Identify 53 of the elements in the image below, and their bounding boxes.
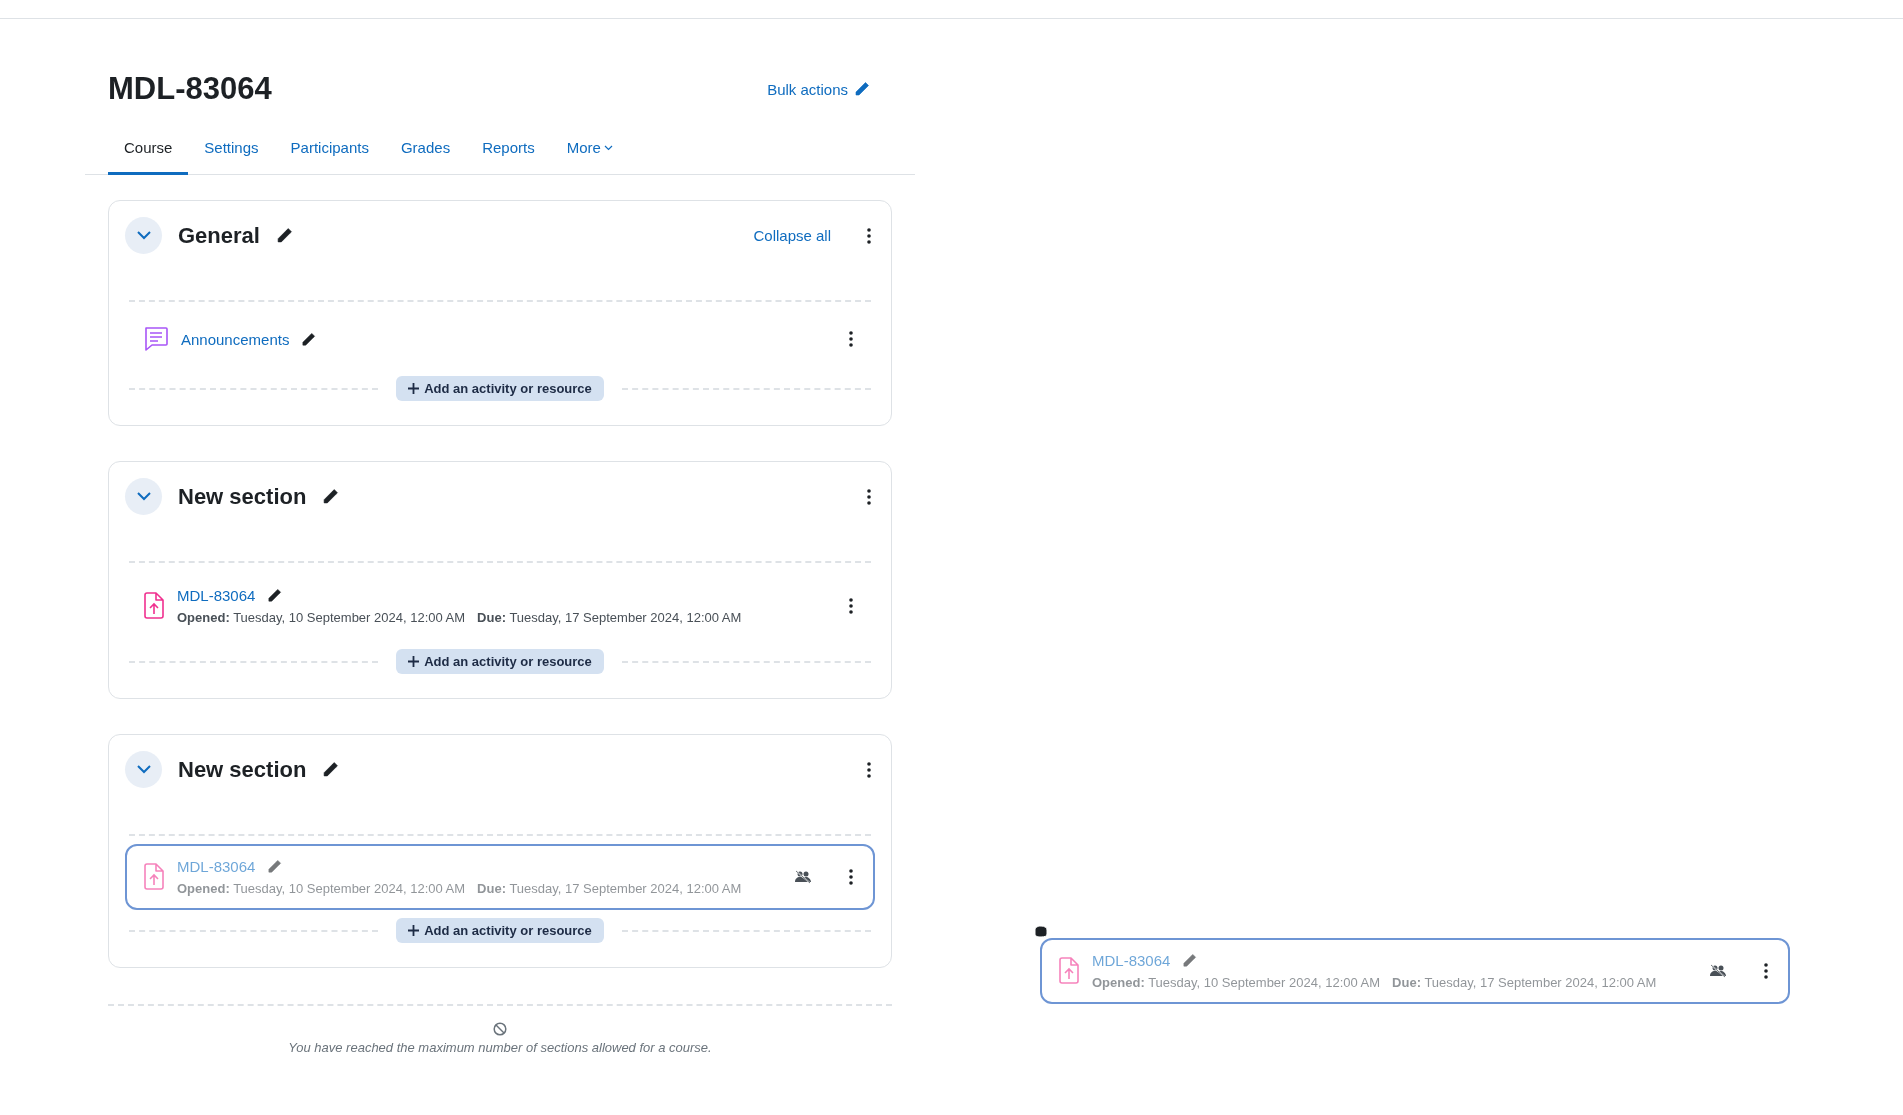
grab-cursor-icon <box>1033 924 1049 938</box>
plus-icon <box>408 925 420 936</box>
nav-tab[interactable]: Reports <box>466 129 551 175</box>
add-activity-button[interactable]: Add an activity or resource <box>396 918 604 943</box>
pencil-icon[interactable] <box>275 227 293 244</box>
pencil-icon[interactable] <box>301 331 317 347</box>
section-title: New section <box>178 483 307 510</box>
nav-tab[interactable]: Grades <box>384 129 467 175</box>
kebab-menu-icon <box>849 331 853 347</box>
course-title: MDL-83064 <box>108 71 272 107</box>
section-title: New section <box>178 756 307 783</box>
collapse-toggle-button[interactable] <box>125 217 162 254</box>
file-upload-icon <box>143 592 165 620</box>
kebab-menu-icon <box>867 761 871 778</box>
kebab-menu-icon <box>1764 963 1768 979</box>
chevron-icon <box>136 492 151 501</box>
file-upload-icon <box>143 863 165 891</box>
due-date: Due: Tuesday, 17 September 2024, 12:00 AM <box>477 881 742 896</box>
activity-link[interactable]: Announcements <box>181 330 290 348</box>
section-limit-notice: You have reached the maximum number of sections allowed for a course. <box>288 1040 712 1055</box>
nav-tab[interactable]: Settings <box>188 129 275 175</box>
add-activity-button[interactable]: Add an activity or resource <box>396 376 604 401</box>
collapse-toggle-button[interactable] <box>125 751 162 788</box>
section-title: General <box>178 222 260 249</box>
collapse-all-link[interactable]: Collapse all <box>753 227 831 244</box>
kebab-menu-icon <box>867 227 871 244</box>
kebab-menu-icon <box>849 869 853 885</box>
nav-tab[interactable]: More <box>550 129 629 175</box>
pencil-icon[interactable] <box>322 761 340 778</box>
chevron-icon <box>136 765 151 774</box>
opened-date: Opened: Tuesday, 10 September 2024, 12:00 AM <box>177 881 466 896</box>
pencil-icon[interactable] <box>267 588 283 603</box>
kebab-menu-icon <box>849 598 853 614</box>
plus-icon <box>408 656 420 667</box>
pencil-icon[interactable] <box>322 488 340 505</box>
nav-tab[interactable]: Participants <box>274 129 385 175</box>
file-upload-icon <box>1058 957 1080 985</box>
chat-bubble-icon <box>143 326 169 352</box>
dragged-activity-card[interactable]: MDL-83064 Opened: Tuesday, 10 September 2024, 12:00 AM Due: Tuesday, 17 September 2024, 12:00 AM <box>1040 938 1790 1004</box>
activity-link[interactable]: MDL-83064 <box>177 587 256 604</box>
opened-date: Opened: Tuesday, 10 September 2024, 12:00 AM <box>1092 975 1381 990</box>
bulk-actions-link[interactable]: Bulk actions <box>767 80 870 98</box>
due-date: Due: Tuesday, 17 September 2024, 12:00 AM <box>1392 975 1657 990</box>
plus-icon <box>408 383 420 394</box>
no-entry-icon <box>493 1022 507 1036</box>
due-date: Due: Tuesday, 17 September 2024, 12:00 AM <box>477 610 742 625</box>
kebab-menu-icon <box>867 488 871 505</box>
chevron-icon <box>136 231 151 240</box>
nav-tab[interactable]: Course <box>108 129 189 175</box>
add-activity-button[interactable]: Add an activity or resource <box>396 649 604 674</box>
dragged-activity-card[interactable]: MDL-83064 Opened: Tuesday, 10 September 2024, 12:00 AM Due: Tuesday, 17 September 2024, 12:00 AM <box>125 844 875 910</box>
opened-date: Opened: Tuesday, 10 September 2024, 12:00 AM <box>177 610 466 625</box>
collapse-toggle-button[interactable] <box>125 478 162 515</box>
